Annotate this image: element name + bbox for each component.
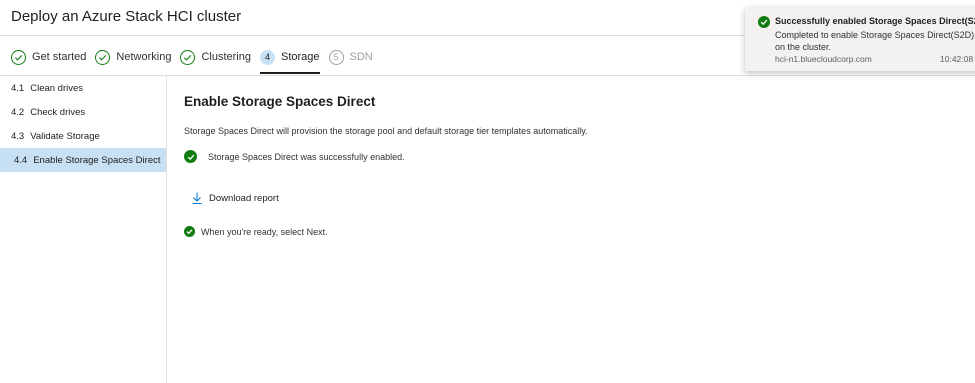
- active-step-indicator: [259, 72, 320, 74]
- notification-time: 10:42:08: [940, 54, 974, 64]
- sidebar-item-number: 4.4: [14, 154, 28, 166]
- sidebar-item-enable-storage-spaces-direct[interactable]: 4.4 Enable Storage Spaces Direct: [0, 148, 166, 172]
- download-report-button[interactable]: Download report: [192, 192, 279, 204]
- success-check-icon: [758, 15, 770, 33]
- check-icon: [180, 49, 196, 65]
- ready-status: When you're ready, select Next.: [184, 226, 328, 237]
- step-label: Storage: [280, 51, 320, 63]
- step-label: Clustering: [201, 51, 251, 63]
- success-check-icon: [184, 226, 195, 237]
- step-get-started[interactable]: Get started: [11, 46, 86, 68]
- sidebar-item-number: 4.2: [11, 106, 25, 118]
- step-label: Networking: [116, 51, 172, 63]
- main-content: Enable Storage Spaces Direct Storage Spa…: [184, 92, 964, 237]
- download-icon: [192, 192, 202, 204]
- step-label: SDN: [349, 51, 373, 63]
- sidebar-item-label: Check drives: [30, 106, 86, 118]
- notification-title: Successfully enabled Storage Spaces Dire…: [775, 16, 975, 26]
- sidebar-item-label: Validate Storage: [30, 130, 100, 142]
- sidebar: 4.1 Clean drives 4.2 Check drives 4.3 Va…: [0, 76, 167, 383]
- sidebar-item-check-drives[interactable]: 4.2 Check drives: [0, 100, 166, 124]
- status-text: Storage Spaces Direct was successfully e…: [208, 151, 405, 162]
- step-networking[interactable]: Networking: [95, 46, 171, 68]
- wizard-steps: Get started Networking Clustering 4 Stor…: [11, 46, 382, 74]
- check-icon: [95, 49, 111, 65]
- page-title: Deploy an Azure Stack HCI cluster: [11, 8, 242, 25]
- step-storage[interactable]: 4 Storage: [259, 46, 320, 74]
- success-status: Storage Spaces Direct was successfully e…: [184, 150, 405, 163]
- step-sdn[interactable]: 5 SDN: [328, 46, 373, 68]
- app-window: Deploy an Azure Stack HCI cluster Get st…: [0, 0, 975, 383]
- success-check-icon: [184, 150, 197, 163]
- sidebar-item-label: Clean drives: [30, 82, 84, 94]
- section-heading: Enable Storage Spaces Direct: [184, 94, 376, 109]
- ready-text: When you're ready, select Next.: [201, 226, 328, 237]
- section-description: Storage Spaces Direct will provision the…: [184, 126, 588, 136]
- sidebar-item-validate-storage[interactable]: 4.3 Validate Storage: [0, 124, 166, 148]
- sidebar-item-clean-drives[interactable]: 4.1 Clean drives: [0, 76, 166, 100]
- step-number: 4: [259, 49, 275, 65]
- download-label: Download report: [209, 192, 279, 204]
- step-label: Get started: [32, 51, 87, 63]
- notification-toast[interactable]: Successfully enabled Storage Spaces Dire…: [745, 7, 975, 71]
- sidebar-item-number: 4.3: [11, 130, 25, 142]
- step-number: 5: [328, 49, 344, 65]
- sidebar-item-label: Enable Storage Spaces Direct: [33, 154, 161, 166]
- sidebar-item-number: 4.1: [11, 82, 25, 94]
- notification-source: hci-n1.bluecloudcorp.com: [775, 54, 872, 64]
- step-clustering[interactable]: Clustering: [180, 46, 251, 68]
- check-icon: [11, 49, 26, 65]
- notification-body: Completed to enable Storage Spaces Direc…: [775, 30, 975, 52]
